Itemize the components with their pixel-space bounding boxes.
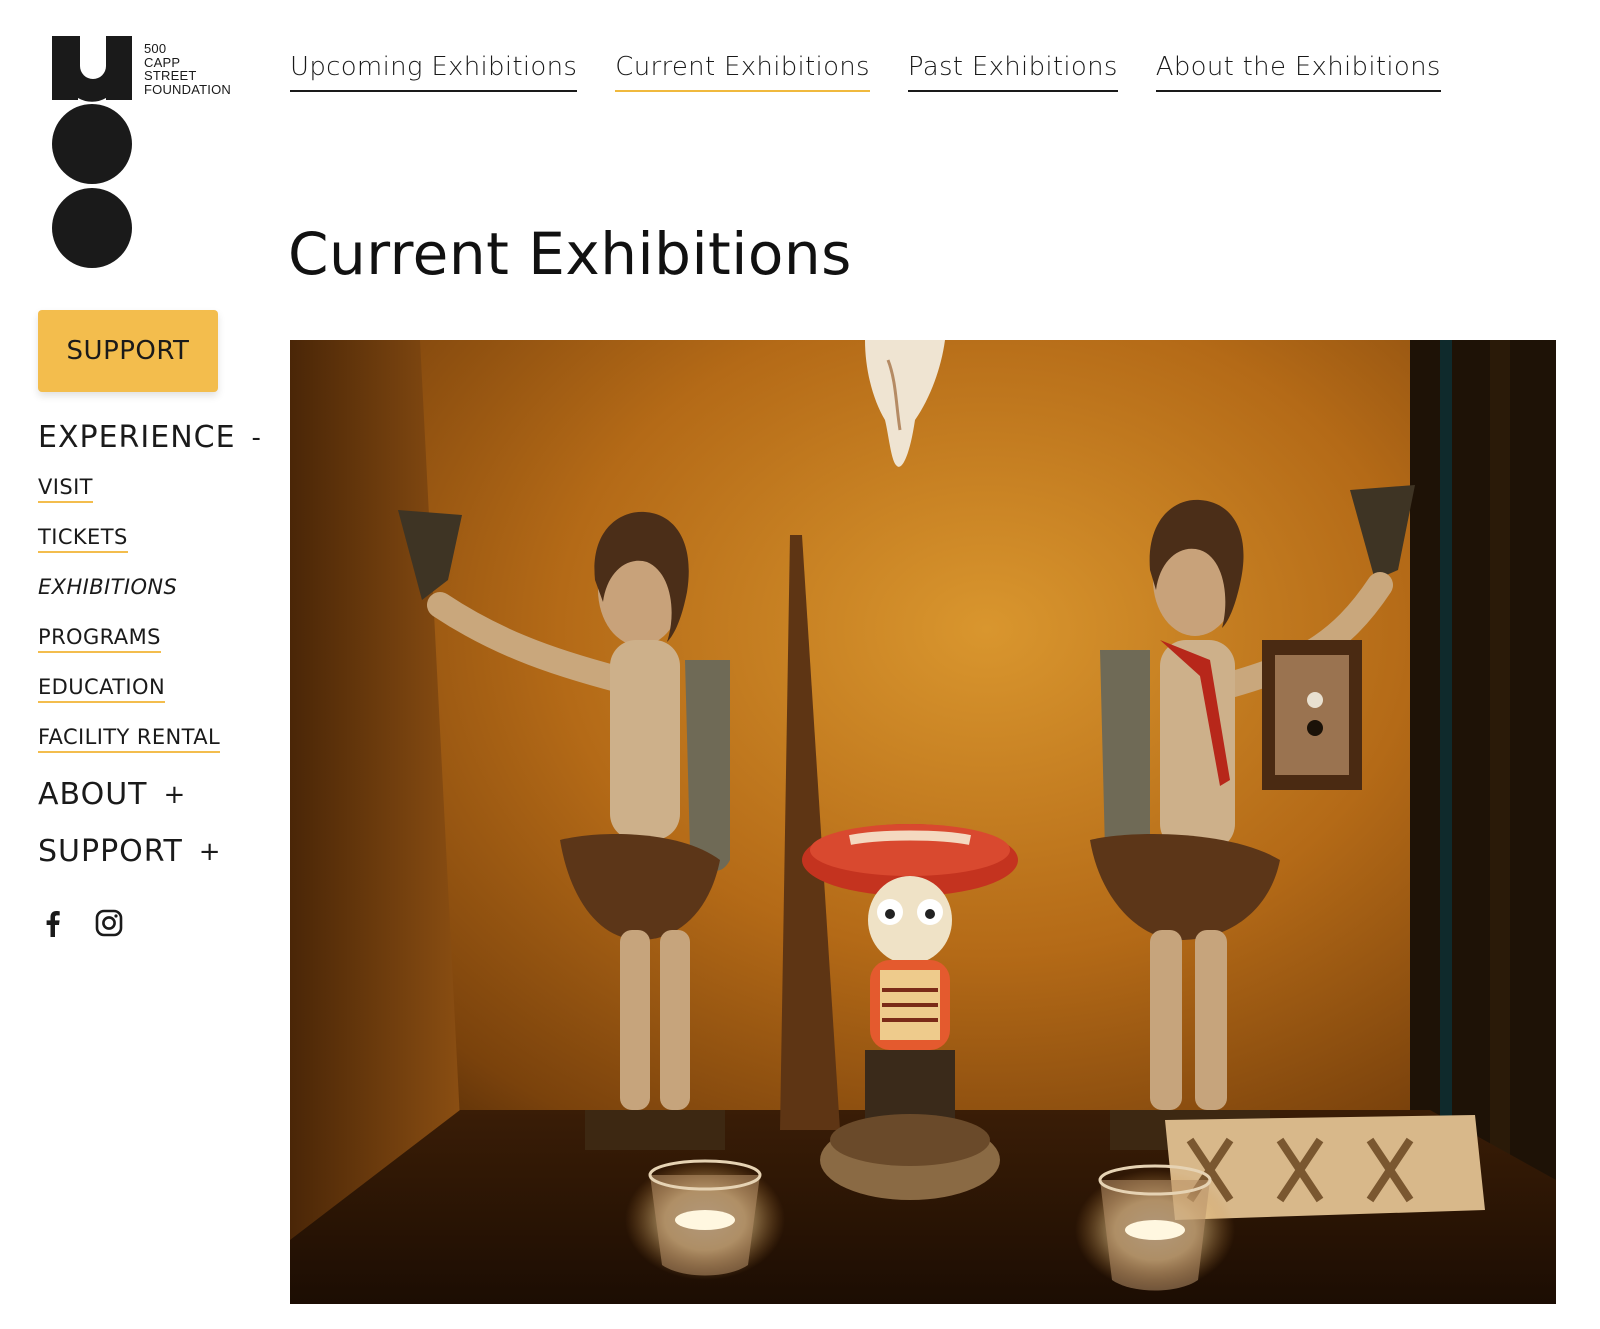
- candle-left: [625, 1159, 785, 1280]
- sidebar-item-programs[interactable]: PROGRAMS: [38, 625, 161, 653]
- logo-wordmark: 500 CAPP STREET FOUNDATION: [144, 42, 231, 96]
- site-logo[interactable]: 500 CAPP STREET FOUNDATION: [52, 36, 242, 276]
- sidebar-group-label: SUPPORT: [38, 834, 183, 869]
- sidebar-group-label: EXPERIENCE: [38, 420, 236, 455]
- sidebar-group-about[interactable]: ABOUT +: [38, 777, 268, 812]
- nav-past-exhibitions[interactable]: Past Exhibitions: [907, 52, 1118, 92]
- collapse-toggle-icon[interactable]: -: [252, 423, 262, 453]
- sidebar-group-support[interactable]: SUPPORT +: [38, 834, 268, 869]
- facebook-icon[interactable]: [38, 908, 68, 938]
- support-button[interactable]: SUPPORT: [38, 310, 218, 392]
- sidebar-group-experience[interactable]: EXPERIENCE -: [38, 420, 268, 455]
- nav-about-the-exhibitions[interactable]: About the Exhibitions: [1155, 52, 1441, 92]
- list-item: EDUCATION: [38, 675, 268, 725]
- logo-line: 500: [144, 41, 167, 56]
- expand-toggle-icon[interactable]: +: [199, 837, 222, 867]
- logo-mark-icon: [52, 36, 132, 268]
- nav-current-exhibitions[interactable]: Current Exhibitions: [615, 52, 870, 92]
- page-title: Current Exhibitions: [288, 220, 852, 288]
- sidebar-nav: EXPERIENCE - VISIT TICKETS EXHIBITIONS P…: [38, 420, 268, 869]
- sidebar-item-tickets[interactable]: TICKETS: [38, 525, 128, 553]
- sidebar-item-facility-rental[interactable]: FACILITY RENTAL: [38, 725, 221, 753]
- altar-photo: [290, 340, 1556, 1304]
- list-item: VISIT: [38, 475, 268, 525]
- nav-upcoming-exhibitions[interactable]: Upcoming Exhibitions: [290, 52, 578, 92]
- list-item: FACILITY RENTAL: [38, 725, 268, 775]
- list-item: PROGRAMS: [38, 625, 268, 675]
- exhibitions-nav: Upcoming Exhibitions Current Exhibitions…: [290, 52, 1441, 92]
- social-links: [38, 908, 124, 938]
- list-item: TICKETS: [38, 525, 268, 575]
- sidebar-item-visit[interactable]: VISIT: [38, 475, 93, 503]
- logo-line: CAPP: [144, 54, 181, 70]
- sidebar-group-label: ABOUT: [38, 777, 148, 812]
- logo-line: STREET: [144, 68, 197, 83]
- instagram-icon[interactable]: [94, 908, 124, 938]
- sidebar-item-exhibitions[interactable]: EXHIBITIONS: [38, 575, 177, 601]
- list-item: EXHIBITIONS: [38, 575, 268, 625]
- logo-line: FOUNDATION: [144, 81, 231, 97]
- sidebar-item-education[interactable]: EDUCATION: [38, 675, 166, 703]
- exhibition-hero-image: [290, 340, 1556, 1304]
- experience-submenu: VISIT TICKETS EXHIBITIONS PROGRAMS EDUCA…: [38, 475, 268, 775]
- expand-toggle-icon[interactable]: +: [163, 780, 186, 810]
